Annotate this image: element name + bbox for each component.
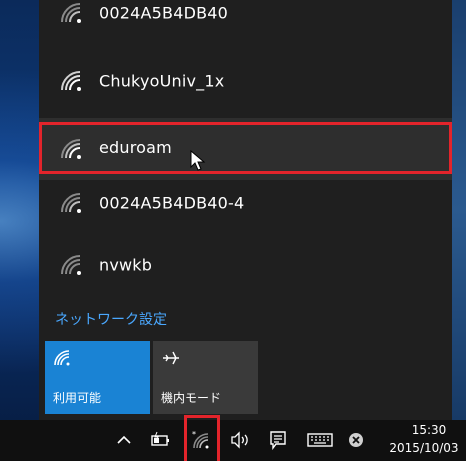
clock-time[interactable]: 15:30 bbox=[404, 423, 454, 437]
wifi-toggle-tile[interactable]: 利用可能 bbox=[45, 341, 150, 414]
keyboard-icon[interactable] bbox=[306, 430, 334, 450]
network-ssid: 0024A5B4DB40-4 bbox=[99, 193, 245, 213]
action-center-icon[interactable] bbox=[268, 430, 288, 450]
clock-date[interactable]: 2015/10/03 bbox=[384, 441, 464, 455]
network-settings-link[interactable]: ネットワーク設定 bbox=[55, 309, 167, 329]
network-ssid: nvwkb bbox=[99, 255, 153, 275]
battery-icon[interactable] bbox=[150, 430, 172, 450]
network-item[interactable]: 0024A5B4DB40 bbox=[39, 0, 452, 44]
network-item[interactable]: 0024A5B4DB40-4 bbox=[39, 172, 452, 234]
network-tray-icon[interactable]: * bbox=[190, 430, 214, 450]
network-item[interactable]: ChukyoUniv_1x bbox=[39, 50, 452, 112]
desktop-background-edge bbox=[452, 0, 466, 420]
airplane-mode-tile[interactable]: 機内モード bbox=[153, 341, 258, 414]
mouse-cursor-icon bbox=[190, 150, 206, 171]
wifi-signal-icon bbox=[61, 255, 81, 275]
network-ssid: eduroam bbox=[99, 138, 172, 157]
volume-icon[interactable] bbox=[230, 430, 252, 450]
close-circle-icon[interactable] bbox=[346, 430, 366, 450]
network-ssid: ChukyoUniv_1x bbox=[99, 71, 225, 91]
chevron-up-icon[interactable] bbox=[116, 430, 132, 450]
airplane-tile-label: 機内モード bbox=[161, 391, 222, 405]
wifi-icon bbox=[54, 350, 70, 366]
wifi-signal-icon bbox=[61, 71, 81, 91]
wifi-tile-label: 利用可能 bbox=[53, 391, 102, 405]
airplane-icon bbox=[163, 351, 179, 365]
wifi-signal-icon bbox=[61, 139, 81, 159]
network-item[interactable]: nvwkb bbox=[39, 234, 452, 296]
wifi-signal-icon bbox=[61, 193, 81, 213]
network-item-selected[interactable]: eduroam bbox=[39, 118, 452, 180]
network-ssid: 0024A5B4DB40 bbox=[99, 3, 229, 23]
wifi-signal-icon bbox=[61, 3, 81, 23]
svg-text:*: * bbox=[192, 430, 196, 439]
network-flyout: 0024A5B4DB40 ChukyoUniv_1x eduroam 0024A… bbox=[39, 0, 452, 420]
